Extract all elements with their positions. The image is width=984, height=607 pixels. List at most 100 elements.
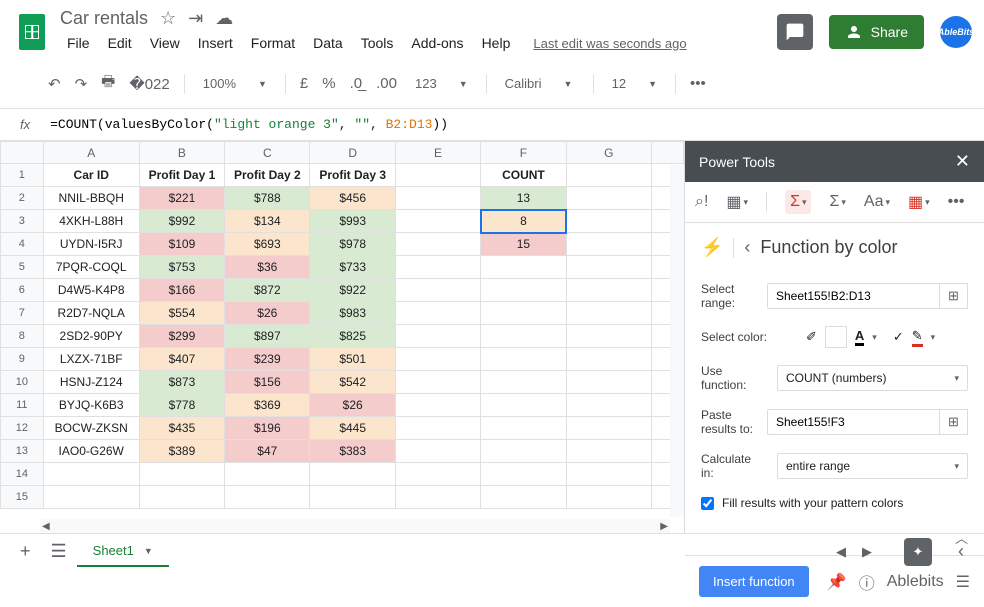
- cell[interactable]: $26: [310, 394, 395, 417]
- cell[interactable]: [566, 325, 651, 348]
- cell[interactable]: [395, 325, 480, 348]
- cell[interactable]: Profit Day 3: [310, 164, 395, 187]
- panel-tool-sigma2[interactable]: Σ▾: [829, 193, 845, 211]
- cell[interactable]: 15: [481, 233, 566, 256]
- doc-title[interactable]: Car rentals: [60, 8, 148, 29]
- cell[interactable]: BYJQ-K6B3: [43, 394, 139, 417]
- row-header[interactable]: 10: [1, 371, 44, 394]
- horizontal-scrollbar[interactable]: ◀ ▶: [40, 519, 670, 533]
- cell[interactable]: IAO0-G26W: [43, 440, 139, 463]
- cell[interactable]: $156: [225, 371, 310, 394]
- pin-icon[interactable]: 📌: [827, 572, 847, 592]
- cell[interactable]: $897: [225, 325, 310, 348]
- cell[interactable]: [481, 371, 566, 394]
- cell[interactable]: [481, 440, 566, 463]
- cell[interactable]: $435: [139, 417, 224, 440]
- col-header-a[interactable]: A: [43, 142, 139, 164]
- info-icon[interactable]: ⓘ: [859, 570, 875, 594]
- cell[interactable]: [395, 394, 480, 417]
- cell[interactable]: [566, 233, 651, 256]
- panel-back-button[interactable]: ‹: [744, 237, 750, 258]
- row-header[interactable]: 3: [1, 210, 44, 233]
- cell[interactable]: UYDN-I5RJ: [43, 233, 139, 256]
- row-header[interactable]: 1: [1, 164, 44, 187]
- cell[interactable]: 4XKH-L88H: [43, 210, 139, 233]
- more-formats-dropdown[interactable]: 123▼: [405, 72, 478, 95]
- cell[interactable]: 13: [481, 187, 566, 210]
- col-header-b[interactable]: B: [139, 142, 224, 164]
- paste-picker-button[interactable]: ⊞: [940, 409, 968, 435]
- cell[interactable]: $36: [225, 256, 310, 279]
- share-button[interactable]: Share: [829, 15, 924, 49]
- cell[interactable]: [481, 256, 566, 279]
- menu-icon[interactable]: ☰: [956, 572, 970, 592]
- tab-scroll-right[interactable]: ▶: [862, 544, 872, 560]
- cell[interactable]: [395, 302, 480, 325]
- cell[interactable]: $166: [139, 279, 224, 302]
- cell[interactable]: [481, 325, 566, 348]
- cell[interactable]: $26: [225, 302, 310, 325]
- paint-format-button[interactable]: �022: [123, 71, 175, 97]
- paste-input[interactable]: [767, 409, 940, 435]
- range-input[interactable]: [767, 283, 940, 309]
- menu-help[interactable]: Help: [475, 31, 518, 55]
- row-header[interactable]: 9: [1, 348, 44, 371]
- cell[interactable]: [566, 302, 651, 325]
- cell[interactable]: [566, 417, 651, 440]
- cell[interactable]: [566, 256, 651, 279]
- sheet-tab-menu-icon[interactable]: ▼: [144, 546, 153, 556]
- all-sheets-button[interactable]: ☰: [41, 535, 77, 568]
- cell[interactable]: $788: [225, 187, 310, 210]
- cell[interactable]: 2SD2-90PY: [43, 325, 139, 348]
- menu-tools[interactable]: Tools: [354, 31, 401, 55]
- decrease-decimal-button[interactable]: .0̲: [344, 71, 369, 96]
- row-header[interactable]: 6: [1, 279, 44, 302]
- vertical-scrollbar[interactable]: [670, 165, 684, 517]
- insert-function-button[interactable]: Insert function: [699, 566, 809, 597]
- cell[interactable]: [481, 394, 566, 417]
- increase-decimal-button[interactable]: .00: [370, 71, 403, 96]
- scroll-right-icon[interactable]: ▶: [660, 521, 668, 532]
- col-header-g[interactable]: G: [566, 142, 651, 164]
- cell[interactable]: 7PQR-COQL: [43, 256, 139, 279]
- panel-tool-table[interactable]: ▦▾: [726, 192, 748, 212]
- row-header[interactable]: 12: [1, 417, 44, 440]
- row-header[interactable]: 14: [1, 463, 44, 486]
- undo-button[interactable]: ↶: [42, 71, 67, 97]
- cell[interactable]: HSNJ-Z124: [43, 371, 139, 394]
- row-header[interactable]: 13: [1, 440, 44, 463]
- cell[interactable]: [566, 371, 651, 394]
- cell[interactable]: [566, 164, 651, 187]
- text-color-button[interactable]: A: [855, 328, 864, 346]
- last-edit-link[interactable]: Last edit was seconds ago: [533, 36, 686, 51]
- cell[interactable]: LXZX-71BF: [43, 348, 139, 371]
- cell[interactable]: Profit Day 1: [139, 164, 224, 187]
- move-icon[interactable]: ⇥: [188, 8, 203, 29]
- cell[interactable]: $542: [310, 371, 395, 394]
- comments-button[interactable]: [777, 14, 813, 50]
- cell[interactable]: $753: [139, 256, 224, 279]
- col-header-c[interactable]: C: [225, 142, 310, 164]
- row-header[interactable]: 15: [1, 486, 44, 509]
- cell[interactable]: [395, 233, 480, 256]
- row-header[interactable]: 5: [1, 256, 44, 279]
- col-header-d[interactable]: D: [310, 142, 395, 164]
- cell[interactable]: $778: [139, 394, 224, 417]
- percent-button[interactable]: %: [316, 71, 341, 96]
- cell[interactable]: $873: [139, 371, 224, 394]
- cell[interactable]: $239: [225, 348, 310, 371]
- account-avatar[interactable]: AbleBits: [940, 16, 972, 48]
- side-panel-toggle[interactable]: ‹: [948, 535, 974, 568]
- cell[interactable]: [566, 187, 651, 210]
- spreadsheet-grid[interactable]: A B C D E F G 1 Car ID Profit Day 1 Prof…: [0, 141, 684, 533]
- cell[interactable]: [395, 256, 480, 279]
- cell[interactable]: 8: [481, 210, 566, 233]
- print-button[interactable]: 🖶: [95, 67, 121, 100]
- cell[interactable]: [566, 394, 651, 417]
- cell[interactable]: $554: [139, 302, 224, 325]
- cell[interactable]: [395, 164, 480, 187]
- add-sheet-button[interactable]: +: [10, 535, 41, 568]
- zoom-dropdown[interactable]: 100%▼: [193, 72, 277, 95]
- cell[interactable]: $693: [225, 233, 310, 256]
- cell[interactable]: [395, 279, 480, 302]
